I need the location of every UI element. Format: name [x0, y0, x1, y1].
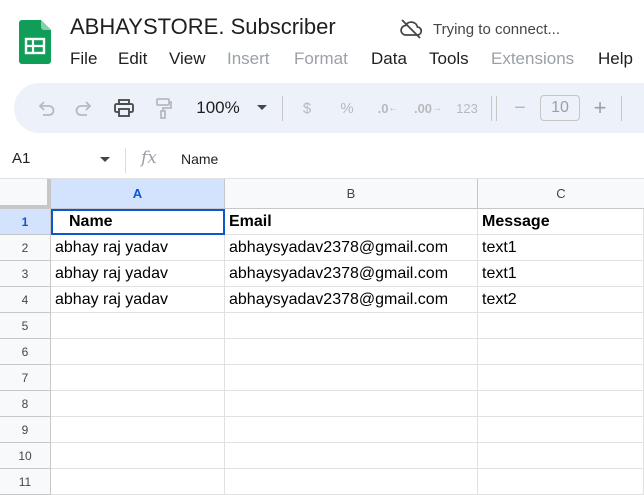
- chevron-down-icon[interactable]: [100, 157, 110, 162]
- dropdown-caret-icon[interactable]: [257, 105, 267, 110]
- row-header[interactable]: 4: [0, 287, 51, 313]
- row-header[interactable]: 11: [0, 469, 51, 495]
- fx-icon: fx: [141, 148, 157, 168]
- sheets-logo[interactable]: [19, 20, 51, 64]
- data-cell[interactable]: text1: [478, 235, 644, 261]
- toolbar-divider: [621, 96, 622, 121]
- select-all-corner[interactable]: [0, 179, 51, 209]
- data-cell[interactable]: abhaysyadav2378@gmail.com: [225, 287, 478, 313]
- data-cell[interactable]: [225, 365, 478, 391]
- data-cell[interactable]: [51, 417, 225, 443]
- row-header[interactable]: 6: [0, 339, 51, 365]
- data-cell[interactable]: [478, 365, 644, 391]
- data-cell[interactable]: [51, 469, 225, 495]
- menu-edit[interactable]: Edit: [118, 49, 147, 69]
- row-header[interactable]: 10: [0, 443, 51, 469]
- redo-button[interactable]: [72, 97, 96, 119]
- data-cell[interactable]: [51, 313, 225, 339]
- print-icon: [114, 99, 134, 117]
- data-cell[interactable]: [225, 313, 478, 339]
- percent-format-button[interactable]: %: [337, 97, 357, 119]
- data-cell[interactable]: [51, 443, 225, 469]
- row-header[interactable]: 7: [0, 365, 51, 391]
- data-cell[interactable]: abhaysyadav2378@gmail.com: [225, 235, 478, 261]
- name-box[interactable]: A1: [12, 150, 30, 167]
- selected-cell-a1[interactable]: Name: [51, 209, 225, 235]
- data-cell[interactable]: [478, 339, 644, 365]
- font-size-input[interactable]: 10: [540, 95, 580, 121]
- menu-extensions[interactable]: Extensions: [491, 49, 574, 69]
- print-button[interactable]: [111, 97, 137, 119]
- data-cell[interactable]: [225, 417, 478, 443]
- number-format-button[interactable]: 123: [452, 97, 482, 119]
- undo-button[interactable]: [34, 97, 58, 119]
- data-cell[interactable]: [478, 313, 644, 339]
- data-cell[interactable]: [225, 339, 478, 365]
- row-header[interactable]: 1: [0, 209, 51, 235]
- data-cell[interactable]: abhay raj yadav: [51, 261, 225, 287]
- data-cell[interactable]: [51, 391, 225, 417]
- decrease-font-size-button[interactable]: −: [509, 97, 531, 119]
- menu-data[interactable]: Data: [371, 49, 407, 69]
- formula-bar-divider: [125, 148, 126, 173]
- increase-font-size-button[interactable]: +: [589, 95, 611, 120]
- data-cell[interactable]: abhay raj yadav: [51, 235, 225, 261]
- data-cell[interactable]: [478, 391, 644, 417]
- data-cell[interactable]: [225, 391, 478, 417]
- column-header-a[interactable]: A: [51, 179, 225, 209]
- data-cell[interactable]: [478, 417, 644, 443]
- data-cell[interactable]: [478, 443, 644, 469]
- data-cell[interactable]: [225, 469, 478, 495]
- data-cell[interactable]: abhaysyadav2378@gmail.com: [225, 261, 478, 287]
- menu-file[interactable]: File: [70, 49, 97, 69]
- data-cell[interactable]: [51, 365, 225, 391]
- paint-format-icon: [156, 98, 172, 119]
- menu-format[interactable]: Format: [294, 49, 348, 69]
- currency-format-button[interactable]: $: [297, 97, 317, 119]
- toolbar-divider: [496, 96, 497, 121]
- row-header[interactable]: 3: [0, 261, 51, 287]
- data-cell[interactable]: text2: [478, 287, 644, 313]
- data-cell[interactable]: [478, 469, 644, 495]
- menu-tools[interactable]: Tools: [429, 49, 469, 69]
- connection-status: Trying to connect...: [399, 19, 560, 39]
- header-cell[interactable]: Message: [478, 209, 644, 235]
- menu-help[interactable]: Help: [598, 49, 633, 69]
- undo-icon: [38, 101, 55, 116]
- header-cell[interactable]: Email: [225, 209, 478, 235]
- formula-input[interactable]: Name: [181, 151, 218, 167]
- column-header-c[interactable]: C: [478, 179, 644, 209]
- row-header[interactable]: 9: [0, 417, 51, 443]
- data-cell[interactable]: text1: [478, 261, 644, 287]
- data-cell[interactable]: [225, 443, 478, 469]
- menu-view[interactable]: View: [169, 49, 206, 69]
- spreadsheet-grid: A B C 1 Name Email Message 2 abhay raj yadav a…: [0, 179, 644, 495]
- row-header[interactable]: 8: [0, 391, 51, 417]
- document-title[interactable]: ABHAYSTORE. Subscriber: [70, 14, 336, 40]
- connection-status-text: Trying to connect...: [433, 20, 561, 38]
- toolbar-divider: [491, 96, 492, 121]
- redo-icon: [75, 101, 92, 116]
- increase-decimal-button[interactable]: .00 →: [413, 97, 443, 119]
- toolbar-divider: [282, 96, 283, 121]
- row-header[interactable]: 2: [0, 235, 51, 261]
- paint-format-button[interactable]: [152, 97, 176, 119]
- data-cell[interactable]: [51, 339, 225, 365]
- zoom-select[interactable]: 100%: [190, 97, 246, 119]
- cloud-offline-icon: [400, 19, 423, 39]
- data-cell[interactable]: abhay raj yadav: [51, 287, 225, 313]
- decrease-decimal-button[interactable]: .0 ←: [374, 97, 402, 119]
- row-header[interactable]: 5: [0, 313, 51, 339]
- column-header-b[interactable]: B: [225, 179, 478, 209]
- menu-insert[interactable]: Insert: [227, 49, 270, 69]
